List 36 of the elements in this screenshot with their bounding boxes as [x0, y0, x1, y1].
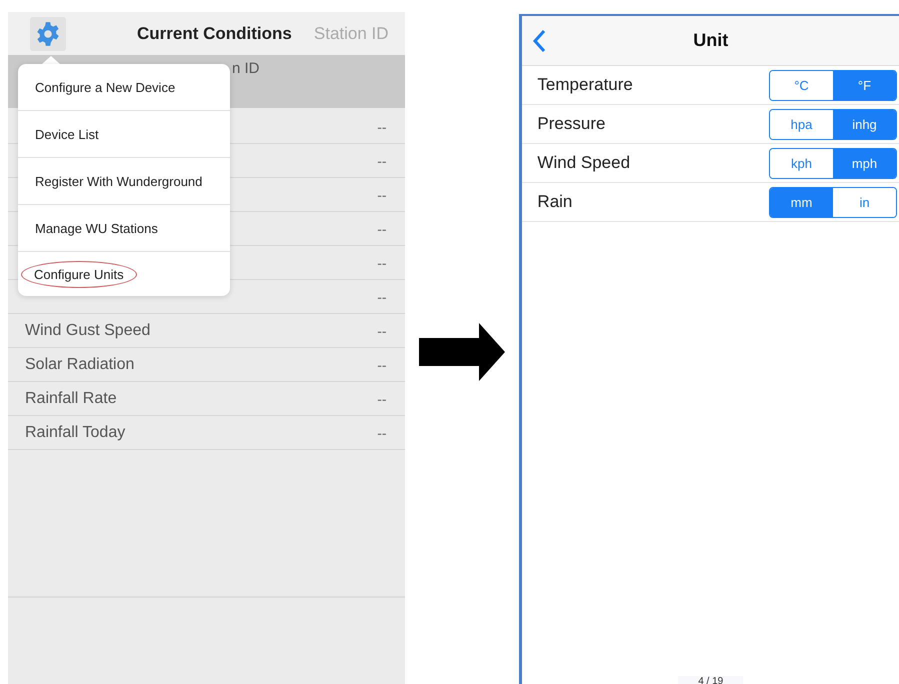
station-id-tab[interactable]: Station ID: [314, 24, 389, 44]
unit-option[interactable]: mph: [833, 148, 896, 178]
menu-item[interactable]: Device List: [26, 122, 108, 146]
reading-value: --: [377, 288, 387, 304]
screen-title: Current Conditions: [137, 24, 292, 44]
settings-button[interactable]: [30, 16, 66, 50]
back-icon[interactable]: [532, 29, 546, 53]
unit-option[interactable]: °F: [833, 70, 896, 100]
arrow-icon: [418, 323, 505, 381]
settings-icon: [35, 20, 61, 46]
setting-label: Pressure: [537, 114, 606, 134]
reading-label: Wind Gust Speed: [25, 322, 150, 340]
reading-label: Solar Radiation: [25, 356, 134, 374]
reading-value: --: [377, 152, 387, 168]
menu-item[interactable]: Configure a New Device: [26, 74, 184, 100]
reading-value: --: [377, 356, 387, 372]
reading-value: --: [377, 322, 387, 338]
screen-title: Unit: [693, 30, 728, 51]
setting-label: Rain: [537, 192, 572, 212]
reading-value: --: [377, 390, 387, 406]
reading-label: Rainfall Today: [25, 424, 126, 442]
column-header: n ID: [232, 60, 260, 78]
setting-label: Wind Speed: [537, 153, 630, 173]
setting-label: Temperature: [537, 75, 633, 95]
unit-option[interactable]: mm: [770, 188, 833, 216]
reading-value: --: [377, 254, 387, 270]
page-indicator: 4 / 19: [678, 676, 744, 684]
menu-item[interactable]: Configure Units: [21, 260, 137, 288]
menu-item[interactable]: Register With Wunderground: [26, 168, 212, 194]
reading-label: Rainfall Rate: [25, 390, 117, 408]
reading-value: --: [377, 424, 387, 440]
menu-item[interactable]: Manage WU Stations: [26, 216, 167, 240]
reading-value: --: [377, 186, 387, 202]
reading-value: --: [377, 118, 387, 134]
reading-value: --: [377, 220, 387, 236]
unit-option[interactable]: inhg: [833, 110, 896, 138]
